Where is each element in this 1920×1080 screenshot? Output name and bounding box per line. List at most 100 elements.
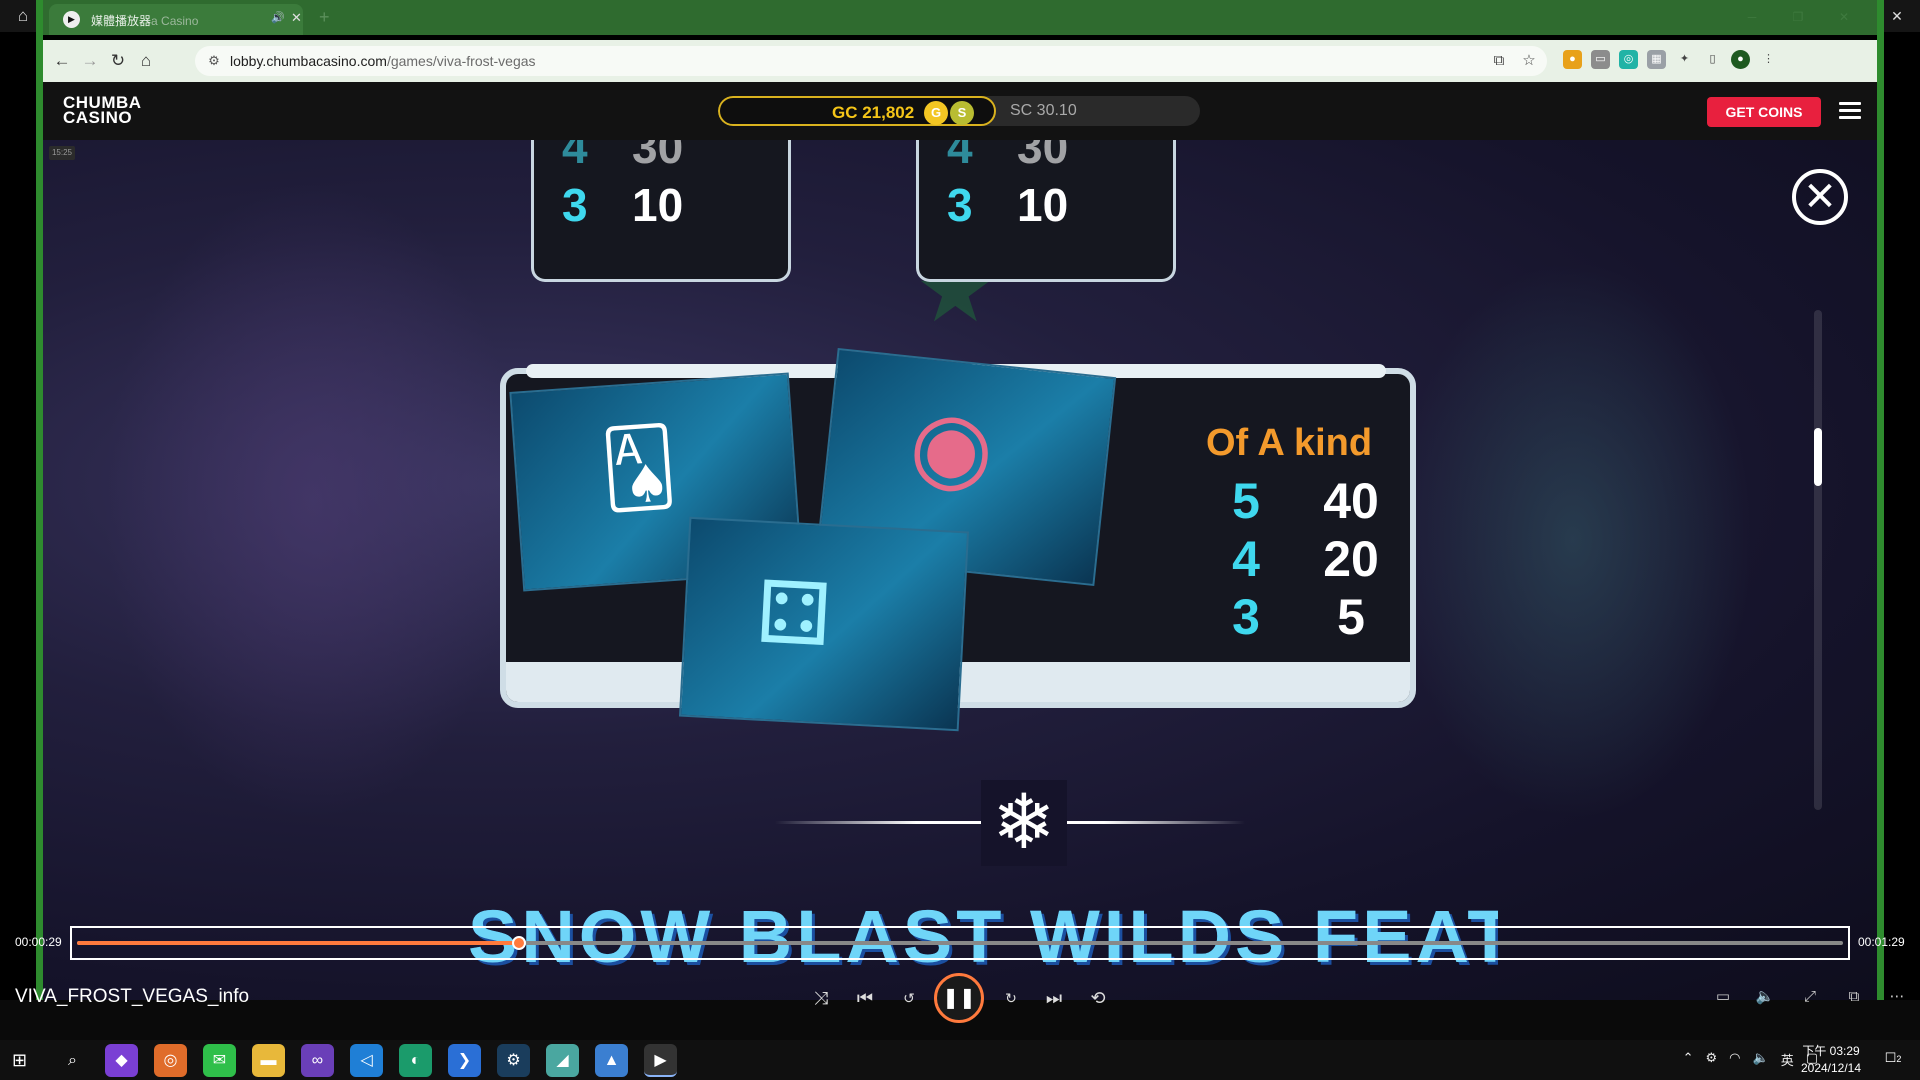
reading-list-icon[interactable]: ▯	[1703, 50, 1722, 69]
address-bar[interactable]: ⚙ lobby.chumbacasino.com/games/viva-fros…	[195, 46, 1547, 76]
home-page-icon[interactable]: ⌂	[135, 50, 157, 72]
taskbar-apps: ⌕ ◆ ◎ ✉ ▬ ∞ ◁ ◐ ❯ ⚙ ◢ ▲ ▶	[56, 1044, 677, 1077]
seek-bar[interactable]	[70, 926, 1850, 960]
steam-icon[interactable]: ⚙	[497, 1044, 530, 1077]
media-player-icon: ▶	[63, 11, 80, 28]
mini-pay-row: 3 10	[947, 179, 1069, 231]
paytable-scrollbar[interactable]	[1814, 310, 1822, 810]
app-purple-icon[interactable]: ◆	[105, 1044, 138, 1077]
tab-title: 媒體播放器	[91, 14, 152, 28]
terminal-icon[interactable]: ❯	[448, 1044, 481, 1077]
browser-window-controls: ─ ❐ ✕	[1729, 0, 1867, 35]
media-controls: 00:00:29 00:01:29 VIVA_FROST_VEGAS_info …	[0, 920, 1920, 1040]
close-paytable-button[interactable]: ✕	[1792, 169, 1848, 225]
tab-close-icon[interactable]: ✕	[291, 10, 302, 26]
more-options-icon[interactable]: ⋯	[1886, 986, 1908, 1008]
extension-gray-icon[interactable]: ▦	[1647, 50, 1666, 69]
pay-row: 4 20	[1232, 531, 1379, 587]
browser-menu-icon[interactable]: ⋮	[1759, 50, 1778, 69]
fullscreen-icon[interactable]: ⤢	[1799, 986, 1821, 1008]
line-icon[interactable]: ✉	[203, 1044, 236, 1077]
app-orange-icon[interactable]: ◎	[154, 1044, 187, 1077]
miniplayer-icon[interactable]: ⧉	[1843, 986, 1865, 1008]
get-coins-button[interactable]: GET COINS	[1707, 97, 1821, 127]
total-time: 00:01:29	[1858, 935, 1905, 949]
pause-button[interactable]: ❚❚	[934, 973, 984, 1023]
browser-close-icon[interactable]: ✕	[1821, 0, 1867, 35]
site-header: CHUMBA CASINO GC 21,802 G S SC 30.10 GET…	[43, 82, 1877, 140]
scrollbar-thumb[interactable]	[1814, 428, 1822, 486]
forward-icon[interactable]: →	[79, 50, 101, 72]
vscode-icon[interactable]: ◁	[350, 1044, 383, 1077]
captions-icon[interactable]: ▭	[1712, 986, 1734, 1008]
repeat-icon[interactable]: ⟲	[1086, 986, 1110, 1010]
photos-icon[interactable]: ▲	[595, 1044, 628, 1077]
volume-tray-icon[interactable]: 🔈	[1753, 1050, 1769, 1069]
clock-date: 2024/12/14	[1800, 1061, 1862, 1075]
reload-icon[interactable]: ↻	[107, 50, 129, 72]
background-glow	[103, 180, 523, 820]
edge-icon[interactable]: ◐	[399, 1044, 432, 1077]
browser-window: ▶ 媒體播放器a Casino 🔊 ✕ + ─ ❐ ✕ ← → ↻ ⌂ ⚙ lo…	[36, 0, 1884, 1000]
media-player-taskbar-icon[interactable]: ▶	[644, 1044, 677, 1077]
volume-icon[interactable]: 🔈	[1754, 986, 1776, 1008]
tab-strip: ▶ 媒體播放器a Casino 🔊 ✕ + ─ ❐ ✕	[43, 0, 1877, 35]
site-info-icon[interactable]: ⚙	[205, 52, 223, 70]
wifi-icon[interactable]: ◠	[1729, 1050, 1740, 1069]
next-icon[interactable]: ⏭	[1042, 986, 1066, 1010]
snowflake-icon: ❄	[981, 780, 1067, 866]
gold-coin-icon: G	[924, 101, 948, 125]
playing-cards-icon: 🂡	[598, 423, 680, 512]
sc-balance-value[interactable]: SC 30.10	[1010, 102, 1077, 120]
file-explorer-icon[interactable]: ▬	[252, 1044, 285, 1077]
extensions-puzzle-icon[interactable]: ✦	[1675, 50, 1694, 69]
windows-start-icon[interactable]: ⊞	[12, 1050, 32, 1070]
taskbar-clock[interactable]: 下午 03:29 2024/12/14	[1792, 1043, 1870, 1077]
extension-icons: ● ▭ ◎ ▦ ✦ ▯ ● ⋮	[1563, 50, 1778, 69]
dice-icon: ⚃	[753, 564, 834, 665]
speaker-icon[interactable]: 🔊	[271, 11, 285, 24]
paytable-title: Of A kind	[1206, 422, 1373, 464]
chumba-casino-logo[interactable]: CHUMBA CASINO	[63, 94, 142, 126]
paytable-panel: 🂡 ◉ ⚃ Of A kind 5 40 4 20 35	[500, 347, 1416, 732]
extension-teal-icon[interactable]: ◎	[1619, 50, 1638, 69]
steam-tray-icon[interactable]: ⚙	[1706, 1050, 1718, 1069]
rewind-10-icon[interactable]: ↺	[897, 986, 921, 1010]
visual-studio-icon[interactable]: ∞	[301, 1044, 334, 1077]
video-title: VIVA_FROST_VEGAS_info	[15, 986, 250, 1007]
back-icon[interactable]: ←	[51, 50, 73, 72]
game-paytable-view: ★ 15:25 4 30 3 10 4 30 3 10 ✕ 🂡 ◉ ⚃ Of A kin…	[43, 140, 1877, 1000]
gold-coin-balance[interactable]: GC 21,802 G S	[718, 96, 996, 126]
browser-minimize-icon[interactable]: ─	[1729, 0, 1775, 35]
url-host: lobby.chumbacasino.com	[230, 53, 387, 69]
forward-30-icon[interactable]: ↻	[999, 986, 1023, 1010]
balance-toggle[interactable]: GC 21,802 G S SC 30.10	[718, 96, 1200, 126]
extension-cast-icon[interactable]: ▭	[1591, 50, 1610, 69]
casino-chips-icon: ◉	[904, 389, 1000, 505]
profile-avatar[interactable]: ●	[1731, 50, 1750, 69]
bookmark-star-icon[interactable]: ☆	[1519, 51, 1539, 71]
install-app-icon[interactable]: ⧉	[1489, 51, 1509, 71]
pay-row: 5 40	[1232, 473, 1379, 529]
gc-balance-value: GC 21,802	[832, 103, 915, 122]
hamburger-menu-icon[interactable]	[1839, 102, 1861, 120]
tray-chevron-icon[interactable]: ⌃	[1683, 1050, 1694, 1069]
notification-icon[interactable]: ☐2	[1882, 1050, 1904, 1070]
extension-honey-icon[interactable]: ●	[1563, 50, 1582, 69]
home-icon[interactable]: ⌂	[12, 6, 34, 26]
background-glow	[1393, 260, 1753, 820]
sweeps-coin-icon: S	[950, 101, 974, 125]
new-tab-icon[interactable]: +	[319, 7, 330, 28]
shuffle-icon[interactable]: ⤨	[809, 986, 833, 1010]
search-icon[interactable]: ⌕	[56, 1044, 89, 1077]
app-teal-icon[interactable]: ◢	[546, 1044, 579, 1077]
seek-track[interactable]	[77, 936, 1843, 950]
browser-restore-icon[interactable]: ❐	[1775, 0, 1821, 35]
previous-icon[interactable]: ⏮	[853, 986, 877, 1010]
windows-taskbar: ⊞ ⌕ ◆ ◎ ✉ ▬ ∞ ◁ ◐ ❯ ⚙ ◢ ▲ ▶ ⌃ ⚙ ◠ 🔈 英 ▢ …	[0, 1040, 1920, 1080]
frozen-dice-symbol: ⚃	[678, 516, 970, 732]
seek-thumb[interactable]	[511, 936, 526, 950]
pay-row: 35	[1232, 589, 1365, 645]
tab-chumba-casino[interactable]: ▶ 媒體播放器a Casino 🔊 ✕	[49, 4, 303, 35]
mini-paytable-panel: 4 30 3 10	[916, 140, 1176, 282]
